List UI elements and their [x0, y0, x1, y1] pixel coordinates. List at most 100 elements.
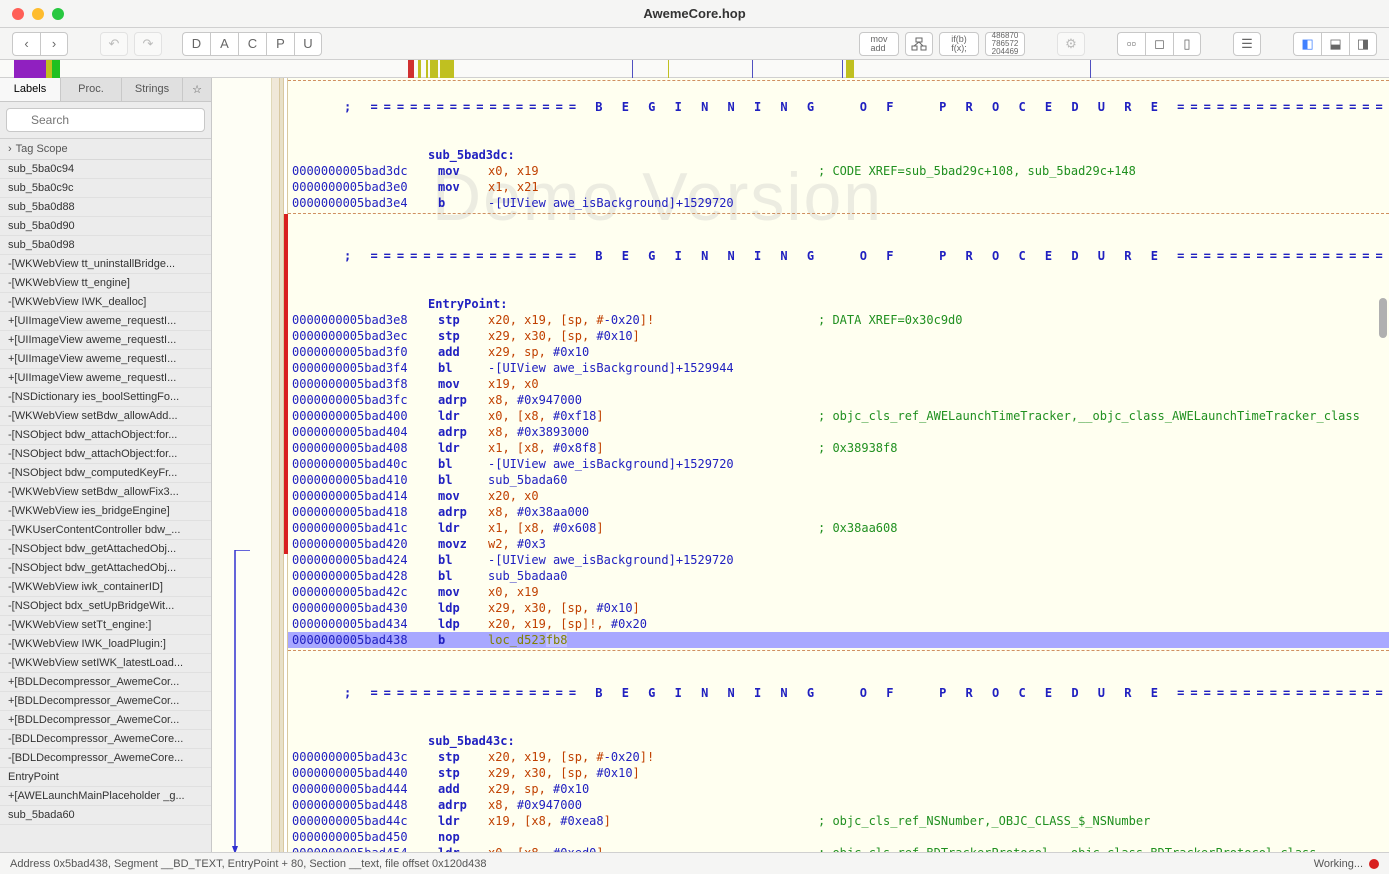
minimize-button[interactable] [32, 8, 44, 20]
mode-asm-button[interactable]: mov add [859, 32, 899, 56]
asm-line[interactable]: 0000000005bad420movzw2, #0x3 [288, 536, 1389, 552]
symbol-item[interactable]: -[NSObject bdw_computedKeyFr... [0, 464, 211, 483]
symbol-item[interactable]: sub_5ba0d88 [0, 198, 211, 217]
tag-scope-toggle[interactable]: Tag Scope [0, 139, 211, 160]
symbol-item[interactable]: sub_5bada60 [0, 806, 211, 825]
layout-4-button[interactable]: ☰ [1233, 32, 1261, 56]
redo-button[interactable]: ↷ [134, 32, 162, 56]
search-input[interactable] [6, 108, 205, 132]
asm-line[interactable]: 0000000005bad440stpx29, x30, [sp, #0x10] [288, 765, 1389, 781]
mode-pseudo-button[interactable]: if(b) f(x); [939, 32, 979, 56]
asm-line[interactable]: 0000000005bad41cldrx1, [x8, #0x608]; 0x3… [288, 520, 1389, 536]
symbol-item[interactable]: -[WKWebView setIWK_latestLoad... [0, 654, 211, 673]
symbol-item[interactable]: -[NSObject bdw_getAttachedObj... [0, 559, 211, 578]
asm-line[interactable]: 0000000005bad438bloc_d523fb8 [288, 632, 1389, 648]
asm-line[interactable]: 0000000005bad3ecstpx29, x30, [sp, #0x10] [288, 328, 1389, 344]
symbol-item[interactable]: -[NSObject bdw_attachObject:for... [0, 445, 211, 464]
asm-line[interactable]: 0000000005bad400ldrx0, [x8, #0xf18]; obj… [288, 408, 1389, 424]
symbol-item[interactable]: sub_5ba0d90 [0, 217, 211, 236]
asm-line[interactable]: 0000000005bad3f8movx19, x0 [288, 376, 1389, 392]
symbol-item[interactable]: +[UIImageView aweme_requestI... [0, 331, 211, 350]
asm-line[interactable]: 0000000005bad418adrpx8, #0x38aa000 [288, 504, 1389, 520]
asm-line[interactable]: 0000000005bad444addx29, sp, #0x10 [288, 781, 1389, 797]
symbol-item[interactable]: -[WKWebView setBdw_allowAdd... [0, 407, 211, 426]
symbol-item[interactable]: -[BDLDecompressor_AwemeCore... [0, 730, 211, 749]
asm-line[interactable]: 0000000005bad3e4b-[UIView awe_isBackgrou… [288, 195, 1389, 211]
symbol-item[interactable]: +[UIImageView aweme_requestI... [0, 312, 211, 331]
symbol-item[interactable]: -[NSObject bdx_setUpBridgeWit... [0, 597, 211, 616]
symbol-item[interactable]: -[WKWebView iwk_containerID] [0, 578, 211, 597]
type-c-button[interactable]: C [238, 32, 266, 56]
maximize-button[interactable] [52, 8, 64, 20]
symbol-item[interactable]: +[UIImageView aweme_requestI... [0, 350, 211, 369]
asm-line[interactable]: 0000000005bad454ldrx0, [x8, #0xed0]; obj… [288, 845, 1389, 852]
asm-line[interactable]: 0000000005bad404adrpx8, #0x3893000 [288, 424, 1389, 440]
symbol-item[interactable]: +[BDLDecompressor_AwemeCor... [0, 673, 211, 692]
tab-strings[interactable]: Strings [122, 78, 183, 101]
symbol-item[interactable]: +[AWELaunchMainPlaceholder _g... [0, 787, 211, 806]
symbol-item[interactable]: -[WKUserContentController bdw_... [0, 521, 211, 540]
symbol-item[interactable]: EntryPoint [0, 768, 211, 787]
asm-line[interactable]: 0000000005bad44cldrx19, [x8, #0xea8]; ob… [288, 813, 1389, 829]
nav-forward-button[interactable]: › [40, 32, 68, 56]
main-area: Labels Proc. Strings ☆ 🔍 Tag Scope sub_5… [0, 78, 1389, 852]
asm-line[interactable]: 0000000005bad3fcadrpx8, #0x947000 [288, 392, 1389, 408]
asm-line[interactable]: 0000000005bad430ldpx29, x30, [sp, #0x10] [288, 600, 1389, 616]
symbol-item[interactable]: -[WKWebView IWK_dealloc] [0, 293, 211, 312]
type-p-button[interactable]: P [266, 32, 294, 56]
layout-1-button[interactable]: ▫▫ [1117, 32, 1145, 56]
debug-button[interactable]: ⚙ [1057, 32, 1085, 56]
asm-body[interactable]: ; ================ B E G I N N I N G O F… [288, 78, 1389, 852]
tab-proc[interactable]: Proc. [61, 78, 122, 101]
symbol-list[interactable]: sub_5ba0c94sub_5ba0c9csub_5ba0d88sub_5ba… [0, 160, 211, 852]
symbol-item[interactable]: -[NSObject bdw_attachObject:for... [0, 426, 211, 445]
symbol-item[interactable]: +[BDLDecompressor_AwemeCor... [0, 692, 211, 711]
type-d-button[interactable]: D [182, 32, 210, 56]
symbol-item[interactable]: -[WKWebView setTt_engine:] [0, 616, 211, 635]
asm-line[interactable]: 0000000005bad448adrpx8, #0x947000 [288, 797, 1389, 813]
asm-line[interactable]: 0000000005bad43cstpx20, x19, [sp, #-0x20… [288, 749, 1389, 765]
asm-line[interactable]: 0000000005bad450nop [288, 829, 1389, 845]
mode-cfg-button[interactable] [905, 32, 933, 56]
panel-right-button[interactable]: ◨ [1349, 32, 1377, 56]
symbol-item[interactable]: +[UIImageView aweme_requestI... [0, 369, 211, 388]
asm-line[interactable]: 0000000005bad408ldrx1, [x8, #0x8f8]; 0x3… [288, 440, 1389, 456]
symbol-item[interactable]: -[WKWebView IWK_loadPlugin:] [0, 635, 211, 654]
layout-2-button[interactable]: ◻ [1145, 32, 1173, 56]
symbol-item[interactable]: -[WKWebView tt_uninstallBridge... [0, 255, 211, 274]
panel-left-button[interactable]: ◧ [1293, 32, 1321, 56]
undo-button[interactable]: ↶ [100, 32, 128, 56]
asm-line[interactable]: 0000000005bad434ldpx20, x19, [sp]!, #0x2… [288, 616, 1389, 632]
asm-line[interactable]: 0000000005bad428blsub_5badaa0 [288, 568, 1389, 584]
mode-hex-button[interactable]: 486870 786572 204469 [985, 32, 1025, 56]
symbol-item[interactable]: -[WKWebView setBdw_allowFix3... [0, 483, 211, 502]
asm-line[interactable]: 0000000005bad3e8stpx20, x19, [sp, #-0x20… [288, 312, 1389, 328]
asm-line[interactable]: 0000000005bad3e0movx1, x21 [288, 179, 1389, 195]
asm-line[interactable]: 0000000005bad424bl-[UIView awe_isBackgro… [288, 552, 1389, 568]
asm-line[interactable]: 0000000005bad3dcmovx0, x19; CODE XREF=su… [288, 163, 1389, 179]
panel-bottom-button[interactable]: ⬓ [1321, 32, 1349, 56]
symbol-item[interactable]: -[NSDictionary ies_boolSettingFo... [0, 388, 211, 407]
asm-line[interactable]: 0000000005bad3f4bl-[UIView awe_isBackgro… [288, 360, 1389, 376]
asm-line[interactable]: 0000000005bad3f0addx29, sp, #0x10 [288, 344, 1389, 360]
layout-3-button[interactable]: ▯ [1173, 32, 1201, 56]
close-button[interactable] [12, 8, 24, 20]
symbol-item[interactable]: -[NSObject bdw_getAttachedObj... [0, 540, 211, 559]
tab-star[interactable]: ☆ [183, 78, 211, 101]
asm-line[interactable]: 0000000005bad414movx20, x0 [288, 488, 1389, 504]
symbol-item[interactable]: sub_5ba0c94 [0, 160, 211, 179]
tab-labels[interactable]: Labels [0, 78, 61, 101]
navigation-map[interactable] [0, 60, 1389, 78]
symbol-item[interactable]: -[WKWebView ies_bridgeEngine] [0, 502, 211, 521]
symbol-item[interactable]: sub_5ba0c9c [0, 179, 211, 198]
symbol-item[interactable]: +[BDLDecompressor_AwemeCor... [0, 711, 211, 730]
asm-line[interactable]: 0000000005bad40cbl-[UIView awe_isBackgro… [288, 456, 1389, 472]
type-a-button[interactable]: A [210, 32, 238, 56]
nav-back-button[interactable]: ‹ [12, 32, 40, 56]
symbol-item[interactable]: -[WKWebView tt_engine] [0, 274, 211, 293]
asm-line[interactable]: 0000000005bad410blsub_5bada60 [288, 472, 1389, 488]
symbol-item[interactable]: sub_5ba0d98 [0, 236, 211, 255]
asm-line[interactable]: 0000000005bad42cmovx0, x19 [288, 584, 1389, 600]
symbol-item[interactable]: -[BDLDecompressor_AwemeCore... [0, 749, 211, 768]
type-u-button[interactable]: U [294, 32, 322, 56]
